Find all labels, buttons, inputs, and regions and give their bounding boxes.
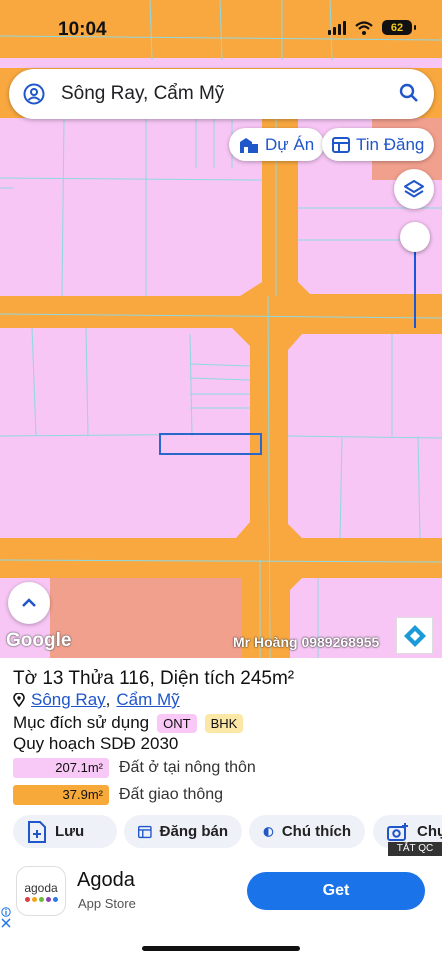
post-sale-label: Đăng bán	[159, 823, 228, 840]
save-button[interactable]: Lưu	[13, 815, 117, 848]
search-icon[interactable]	[399, 83, 419, 103]
app-screen: 10:04 62 Sông Ray, Cẩm Mỹ Dự Án Tin Đăng…	[0, 0, 442, 960]
listing-icon	[138, 825, 152, 838]
building-icon	[240, 137, 258, 153]
district-link[interactable]: Cẩm Mỹ	[116, 690, 179, 710]
post-sale-button[interactable]: Đăng bán	[124, 815, 242, 848]
status-bar: 10:04 62	[0, 0, 442, 58]
legend-label: Chú thích	[281, 823, 351, 840]
agoda-app-icon[interactable]: agoda	[16, 866, 66, 916]
brand-logo[interactable]	[396, 617, 433, 654]
projects-label: Dự Án	[265, 134, 315, 154]
area-label: Đất giao thông	[119, 786, 224, 803]
add-photo-icon	[387, 822, 408, 841]
ad-banner[interactable]: agoda Agoda App Store Get	[0, 858, 442, 928]
signal-icon	[328, 20, 346, 35]
hide-ads-button[interactable]: TẮT QC	[388, 842, 442, 856]
parcel-info-panel: Tờ 13 Thửa 116, Diện tích 245m² Sông Ray…	[0, 658, 442, 858]
listing-icon	[332, 136, 350, 153]
google-logo: Google	[6, 630, 72, 651]
parcel-location: Sông Ray, Cẩm Mỹ	[13, 690, 180, 710]
search-input[interactable]: Sông Ray, Cẩm Mỹ	[61, 83, 224, 105]
area-row: 37.9m² Đất giao thông	[13, 785, 223, 805]
save-label: Lưu	[55, 823, 85, 840]
projects-button[interactable]: Dự Án	[229, 128, 325, 161]
map-watermark: Mr Hoàng 0989268955	[233, 634, 380, 650]
account-icon[interactable]	[23, 83, 45, 105]
ad-app-name: Agoda	[77, 869, 135, 891]
chevron-up-icon	[22, 598, 36, 607]
search-bar[interactable]: Sông Ray, Cẩm Mỹ	[9, 69, 434, 119]
agoda-icon-text: agoda	[24, 880, 58, 895]
ad-close-icon[interactable]	[1, 918, 11, 928]
area-label: Đất ở tại nông thôn	[119, 759, 256, 776]
add-document-icon	[28, 820, 46, 843]
ad-store-name: App Store	[78, 896, 136, 911]
area-row: 207.1m² Đất ở tại nông thôn	[13, 758, 256, 778]
layers-button[interactable]	[394, 169, 434, 209]
plan-label: Quy hoạch SDĐ 2030	[13, 734, 179, 753]
land-use-purpose: Mục đích sử dụng ONT BHK	[13, 713, 244, 733]
legend-button[interactable]: Chú thích	[249, 815, 365, 848]
parcel-title: Tờ 13 Thửa 116, Diện tích 245m²	[13, 668, 295, 689]
zoom-slider-thumb[interactable]	[400, 222, 430, 252]
home-area	[0, 928, 442, 960]
tag-bhk: BHK	[204, 713, 244, 733]
location-comma: ,	[105, 690, 111, 709]
home-indicator[interactable]	[142, 946, 300, 951]
listings-button[interactable]: Tin Đăng	[322, 128, 435, 161]
layers-icon	[404, 180, 424, 198]
wifi-icon	[355, 20, 373, 35]
brand-logo-icon	[403, 624, 426, 647]
capture-label: Chụp	[417, 823, 442, 840]
status-icons: 62	[328, 20, 416, 35]
location-pin-icon	[13, 693, 25, 707]
purpose-label: Mục đích sử dụng	[13, 713, 150, 732]
status-time: 10:04	[58, 19, 107, 40]
get-app-button[interactable]: Get	[247, 872, 425, 910]
expand-panel-button[interactable]	[8, 582, 50, 624]
listings-label: Tin Đăng	[356, 134, 425, 154]
action-bar: Lưu Đăng bán Chú thích Chụ	[0, 815, 442, 849]
area-value: 37.9m²	[13, 785, 109, 805]
contrast-icon	[263, 826, 274, 837]
commune-link[interactable]: Sông Ray	[31, 690, 106, 710]
tag-ont: ONT	[157, 713, 197, 733]
agoda-dots-icon	[24, 896, 58, 902]
area-value: 207.1m²	[13, 758, 109, 778]
ad-info-icon[interactable]	[1, 907, 11, 917]
battery-icon: 62	[382, 20, 416, 35]
